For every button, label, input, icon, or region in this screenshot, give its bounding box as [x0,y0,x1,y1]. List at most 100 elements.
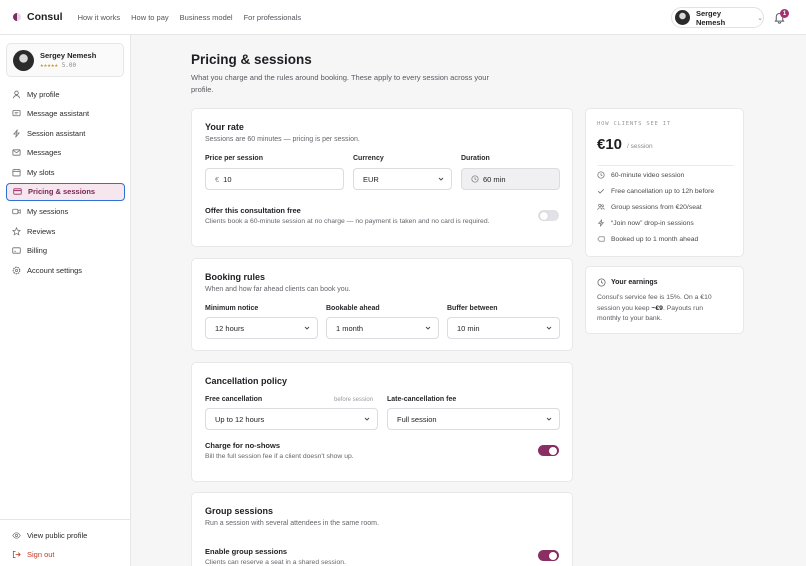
no-show-desc: Bill the full session fee if a client do… [205,453,354,460]
free-cancellation-label: Free cancellation [205,396,263,403]
duration-value: 60 min [483,174,506,184]
sidebar-item-label: My profile [27,89,60,99]
user-name: Sergey Nemesh [695,8,726,27]
chevron-down-icon [546,326,552,330]
price-label: Price per session [205,155,263,162]
gear-icon [12,266,21,275]
late-fee-select[interactable]: Full session [387,408,560,430]
preview-feature-text: “Join now” drop-in sessions [611,219,694,227]
sidebar: Sergey Nemesh ★★★★★ 5.00 My profile Mess… [0,35,131,566]
duration-field: 60 min [461,168,560,190]
sidebar-item-label: Message assistant [27,109,90,119]
profile-name: Sergey Nemesh [40,51,97,60]
avatar [13,49,34,71]
chevron-down-icon [425,326,431,330]
preview-unit: / session [627,143,653,150]
ahead-label: Bookable ahead [326,305,380,312]
video-icon [12,207,21,216]
notice-label: Minimum notice [205,305,259,312]
chevron-down-icon [438,177,444,181]
sidebar-item-label: Messages [27,148,62,158]
sidebar-item-label: Account settings [27,265,83,275]
minimum-notice-select[interactable]: 12 hours [205,317,318,339]
earnings-text: Consul's service fee is 15%. On a €10 se… [597,293,727,325]
sidebar-item-message-assistant[interactable]: Message assistant [6,105,125,123]
eye-icon [12,531,21,540]
check-icon [597,187,605,195]
sidebar-item-my-profile[interactable]: My profile [6,85,125,103]
no-show-toggle[interactable] [538,445,559,456]
rate-card: Your rate Sessions are 60 minutes — pric… [191,108,573,247]
group-icon [597,203,605,211]
price-input[interactable]: € 10 [205,168,344,190]
user-menu-button[interactable]: Sergey Nemesh ⌄ [671,7,764,28]
cancellation-title: Cancellation policy [205,376,288,386]
message-icon [12,109,21,118]
brand[interactable]: Consul [13,11,63,23]
toggle-knob [540,211,548,220]
clock-icon [597,278,606,287]
preview-feature: Free cancellation up to 12h before [597,187,714,195]
rate-subtitle: Sessions are 60 minutes — pricing is per… [205,136,360,143]
sidebar-item-billing[interactable]: Billing [6,242,125,260]
calendar-icon [12,168,21,177]
preview-feature: Booked up to 1 month ahead [597,235,698,243]
tag-icon [597,235,605,243]
sidebar-footer: View public profile Sign out [0,519,130,564]
earnings-heading: Your earnings [597,278,658,287]
sidebar-item-account-settings[interactable]: Account settings [6,261,125,279]
chevron-down-icon [304,326,310,330]
preview-feature-text: Booked up to 1 month ahead [611,235,699,243]
nav-business-model[interactable]: Business model [180,13,233,22]
late-fee-label: Late-cancellation fee [387,396,457,403]
sidebar-item-my-sessions[interactable]: My sessions [6,203,125,221]
toggle-knob [549,551,557,560]
page-title: Pricing & sessions [191,52,312,67]
enable-group-title: Enable group sessions [205,547,288,556]
nav-for-professionals[interactable]: For professionals [244,13,302,22]
free-cancellation-select[interactable]: Up to 12 hours [205,408,378,430]
late-fee-value: Full session [397,414,437,424]
nav-how-it-works[interactable]: How it works [78,13,121,22]
no-show-title: Charge for no-shows [205,441,281,450]
nav-how-to-pay[interactable]: How to pay [131,13,169,22]
toggle-knob [549,446,557,455]
sign-out-button[interactable]: Sign out [0,545,130,564]
currency-select[interactable]: EUR [353,168,452,190]
cancellation-card: Cancellation policy Free cancellation be… [191,362,573,482]
main-content: Pricing & sessions What you charge and t… [131,35,806,566]
preview-feature-text: Group sessions from €20/seat [611,203,702,211]
sidebar-item-my-slots[interactable]: My slots [6,163,125,181]
profile-card[interactable]: Sergey Nemesh ★★★★★ 5.00 [6,43,124,77]
view-public-profile-link[interactable]: View public profile [0,526,130,545]
sign-out-label: Sign out [27,550,55,559]
top-bar: Consul How it works How to pay Business … [0,0,806,35]
preview-price: €10 [597,136,623,153]
chevron-down-icon [364,417,370,421]
sidebar-item-label: Reviews [27,226,56,236]
preview-heading: HOW CLIENTS SEE IT [597,121,672,127]
sidebar-item-label: Pricing & sessions [28,187,96,197]
sidebar-item-pricing-sessions[interactable]: Pricing & sessions [6,182,125,201]
earnings-card: Your earnings Consul's service fee is 15… [585,266,744,334]
preview-feature-text: 60-minute video session [611,171,685,179]
sidebar-item-messages[interactable]: Messages [6,144,125,162]
bookable-ahead-select[interactable]: 1 month [326,317,439,339]
sign-out-icon [12,550,21,559]
free-consultation-toggle[interactable] [538,210,559,221]
buffer-between-select[interactable]: 10 min [447,317,560,339]
free-cancellation-note: before session [334,397,374,403]
earnings-title: Your earnings [611,279,658,286]
buffer-label: Buffer between [447,305,498,312]
group-sessions-toggle[interactable] [538,550,559,561]
currency-value: EUR [363,174,379,184]
page-description: What you charge and the rules around boo… [191,73,489,94]
chevron-down-icon: ⌄ [757,14,763,22]
billing-icon [12,246,21,255]
sidebar-item-reviews[interactable]: Reviews [6,222,125,240]
sidebar-item-session-assistant[interactable]: Session assistant [6,124,125,142]
booking-title: Booking rules [205,272,266,282]
sidebar-item-label: Session assistant [27,128,86,138]
currency-label: Currency [353,155,384,162]
star-icon [12,226,21,236]
